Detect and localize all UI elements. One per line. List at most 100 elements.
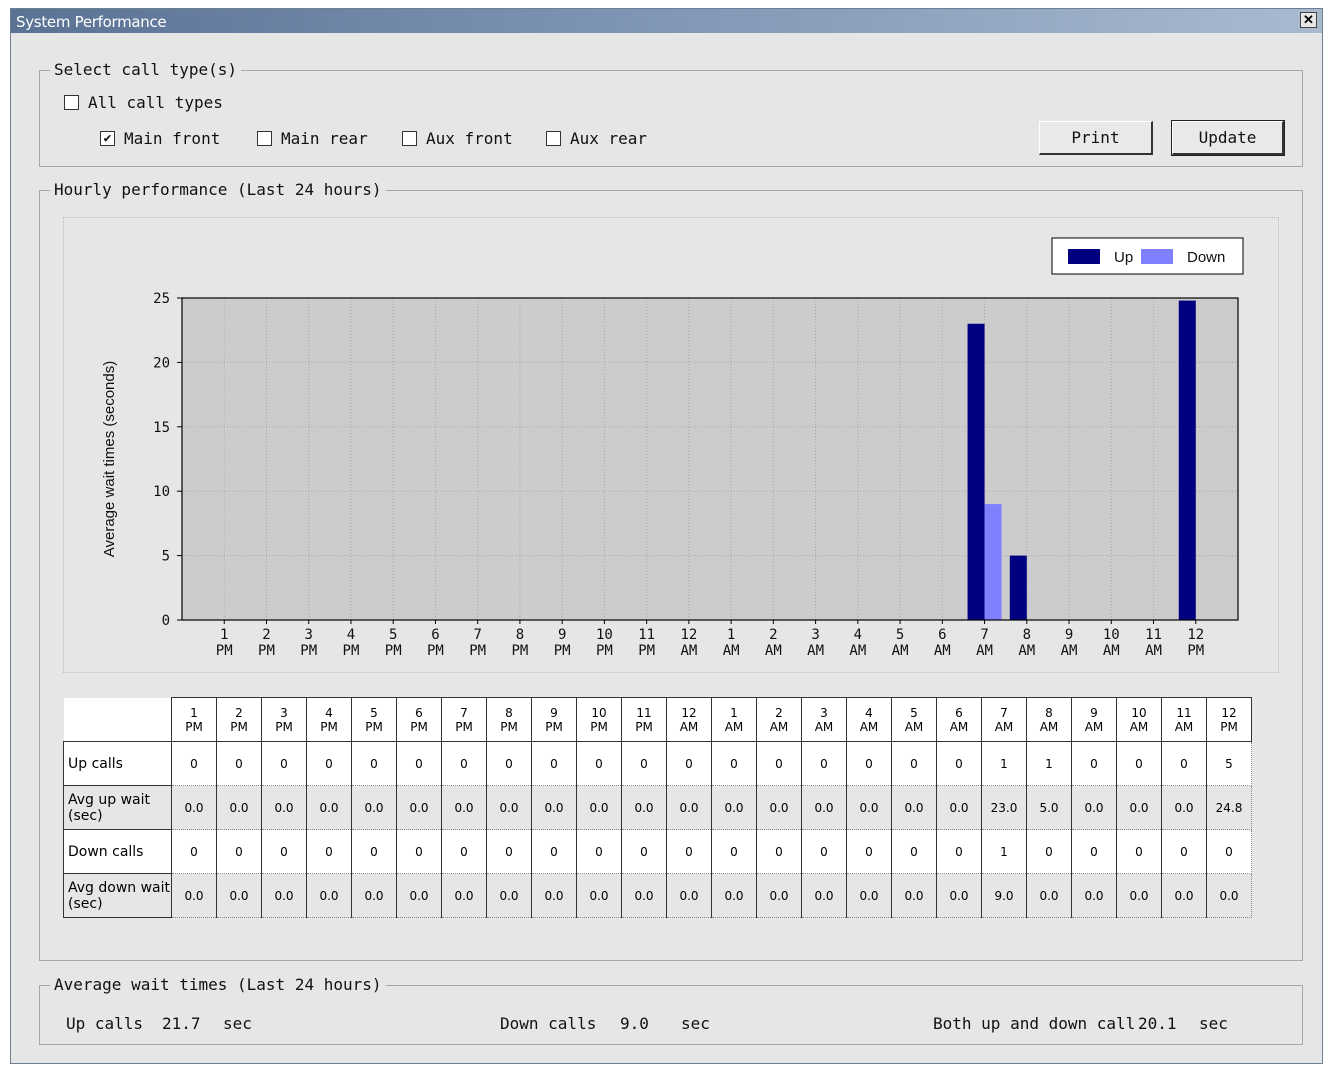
title-bar[interactable]: System Performance ✕ [11, 9, 1322, 33]
update-button[interactable]: Update [1171, 120, 1285, 156]
table-body: Up calls 0 0 0 0 0 0 0 0 0 0 0 0 0 0 0 0 0 0 1 1 0 0 0 5 Avg up w… [63, 741, 1252, 918]
table-cell: 0.0 [1116, 785, 1162, 830]
table-cell: 0 [846, 829, 892, 874]
y-tick-label: 20 [153, 355, 170, 371]
table-cell: 0.0 [171, 873, 217, 918]
table-col-header: 4 PM4PM [306, 697, 352, 742]
x-tick-label: 1 PM [216, 627, 233, 659]
table-cell: 24.8 [1206, 785, 1252, 830]
x-tick-label: 9 AM [1061, 627, 1078, 659]
table-corner [63, 697, 172, 742]
print-button[interactable]: Print [1039, 121, 1153, 155]
table-row-label: Down calls [63, 829, 172, 874]
bar-up [967, 323, 985, 620]
x-tick-label: 8 PM [511, 627, 528, 659]
y-tick-label: 5 [162, 549, 170, 565]
avg-both-value: 20.1 [1138, 1014, 1177, 1033]
all-call-types-label: All call types [88, 93, 223, 112]
table-cell: 0.0 [531, 873, 577, 918]
table-row: Down calls 0 0 0 0 0 0 0 0 0 0 0 0 0 0 0 0 0 0 1 0 0 0 0 0 [63, 829, 1252, 874]
table-cell: 0 [531, 829, 577, 874]
table-cell: 5.0 [1026, 785, 1072, 830]
table-cell: 0 [1206, 829, 1252, 874]
hourly-bar-chart: 0 5 10 15 20 25 1 PM 2 PM 3 PM 4 PM 5 PM 6 PM 7 PM 8 PM 9 PM 10 P… [101, 237, 1244, 659]
performance-table: 1 PM1PM2 PM2PM3 PM3PM4 PM4PM5 PM5PM6 PM6… [63, 697, 1252, 918]
table-row-label: Up calls [63, 741, 172, 786]
x-tick-label: 6 PM [427, 627, 444, 659]
y-tick-label: 0 [162, 613, 170, 629]
table-cell: 23.0 [981, 785, 1027, 830]
x-tick-label: 3 AM [807, 627, 824, 659]
main-front-checkbox[interactable]: ✔ Main front [100, 129, 220, 148]
hourly-performance-legend: Hourly performance (Last 24 hours) [50, 180, 386, 199]
avg-down-value: 9.0 [620, 1014, 649, 1033]
table-cell: 0 [306, 829, 352, 874]
main-front-box[interactable]: ✔ [100, 131, 115, 146]
table-cell: 0 [1116, 829, 1162, 874]
y-axis-label: Average wait times (seconds) [101, 361, 118, 557]
table-cell: 0 [621, 829, 667, 874]
x-tick-label: 4 AM [849, 627, 866, 659]
legend-swatch-down [1141, 249, 1173, 264]
table-cell: 0.0 [1071, 785, 1117, 830]
table-cell: 0 [801, 741, 847, 786]
table-cell: 0 [261, 829, 307, 874]
table-col-header: 1 AM1AM [711, 697, 757, 742]
y-tick-label: 25 [153, 291, 170, 307]
table-cell: 0 [846, 741, 892, 786]
table-cell: 0.0 [1161, 785, 1207, 830]
table-cell: 0 [1071, 741, 1117, 786]
close-button[interactable]: ✕ [1300, 12, 1317, 28]
main-rear-checkbox[interactable]: Main rear [257, 129, 368, 148]
table-row-label: Avg up wait (sec) [63, 785, 172, 830]
aux-rear-box[interactable] [546, 131, 561, 146]
legend-swatch-up [1068, 249, 1100, 264]
aux-front-box[interactable] [402, 131, 417, 146]
main-rear-box[interactable] [257, 131, 272, 146]
table-cell: 0.0 [666, 873, 712, 918]
y-tick-label: 10 [153, 484, 170, 500]
table-cell: 0.0 [1161, 873, 1207, 918]
table-cell: 0.0 [1116, 873, 1162, 918]
table-cell: 0 [396, 829, 442, 874]
table-row-label: Avg down wait (sec) [63, 873, 172, 918]
table-col-header: 12 AM12AM [666, 697, 712, 742]
aux-front-checkbox[interactable]: Aux front [402, 129, 513, 148]
table-cell: 0 [531, 741, 577, 786]
table-cell: 0 [351, 741, 397, 786]
table-cell: 0 [891, 829, 937, 874]
table-cell: 0 [891, 741, 937, 786]
system-performance-window: System Performance ✕ Select call type(s)… [10, 8, 1323, 1064]
table-cell: 0.0 [441, 873, 487, 918]
table-cell: 0.0 [756, 785, 802, 830]
table-cell: 0.0 [1071, 873, 1117, 918]
table-cell: 0.0 [171, 785, 217, 830]
x-tick-label: 11 AM [1145, 627, 1162, 659]
x-tick-label: 12 PM [1187, 627, 1204, 659]
x-tick-label: 5 PM [385, 627, 402, 659]
plot-area [182, 298, 1238, 620]
table-cell: 0.0 [216, 873, 262, 918]
table-row: Up calls 0 0 0 0 0 0 0 0 0 0 0 0 0 0 0 0 0 0 1 1 0 0 0 5 [63, 741, 1252, 786]
table-col-header: 3 AM3AM [801, 697, 847, 742]
table-row: Avg down wait (sec) 0.0 0.0 0.0 0.0 0.0 0.0 0.0… [63, 873, 1252, 918]
table-cell: 0 [216, 829, 262, 874]
call-type-group: Select call type(s) All call types ✔ Mai… [39, 60, 1303, 167]
table-cell: 0.0 [576, 873, 622, 918]
table-cell: 0 [396, 741, 442, 786]
x-tick-label: 1 AM [723, 627, 740, 659]
aux-rear-checkbox[interactable]: Aux rear [546, 129, 647, 148]
all-call-types-box[interactable] [64, 95, 79, 110]
all-call-types-checkbox[interactable]: All call types [64, 93, 223, 112]
table-cell: 0 [711, 741, 757, 786]
table-cell: 0.0 [261, 873, 307, 918]
table-col-header: 5 PM5PM [351, 697, 397, 742]
chart-panel: 0 5 10 15 20 25 1 PM 2 PM 3 PM 4 PM 5 PM 6 PM 7 PM 8 PM 9 PM 10 P… [63, 217, 1279, 673]
table-cell: 0 [306, 741, 352, 786]
table-cell: 0 [801, 829, 847, 874]
table-col-header: 7 PM7PM [441, 697, 487, 742]
table-cell: 0 [576, 829, 622, 874]
table-cell: 0.0 [531, 785, 577, 830]
table-cell: 0 [621, 741, 667, 786]
table-cell: 0.0 [486, 873, 532, 918]
